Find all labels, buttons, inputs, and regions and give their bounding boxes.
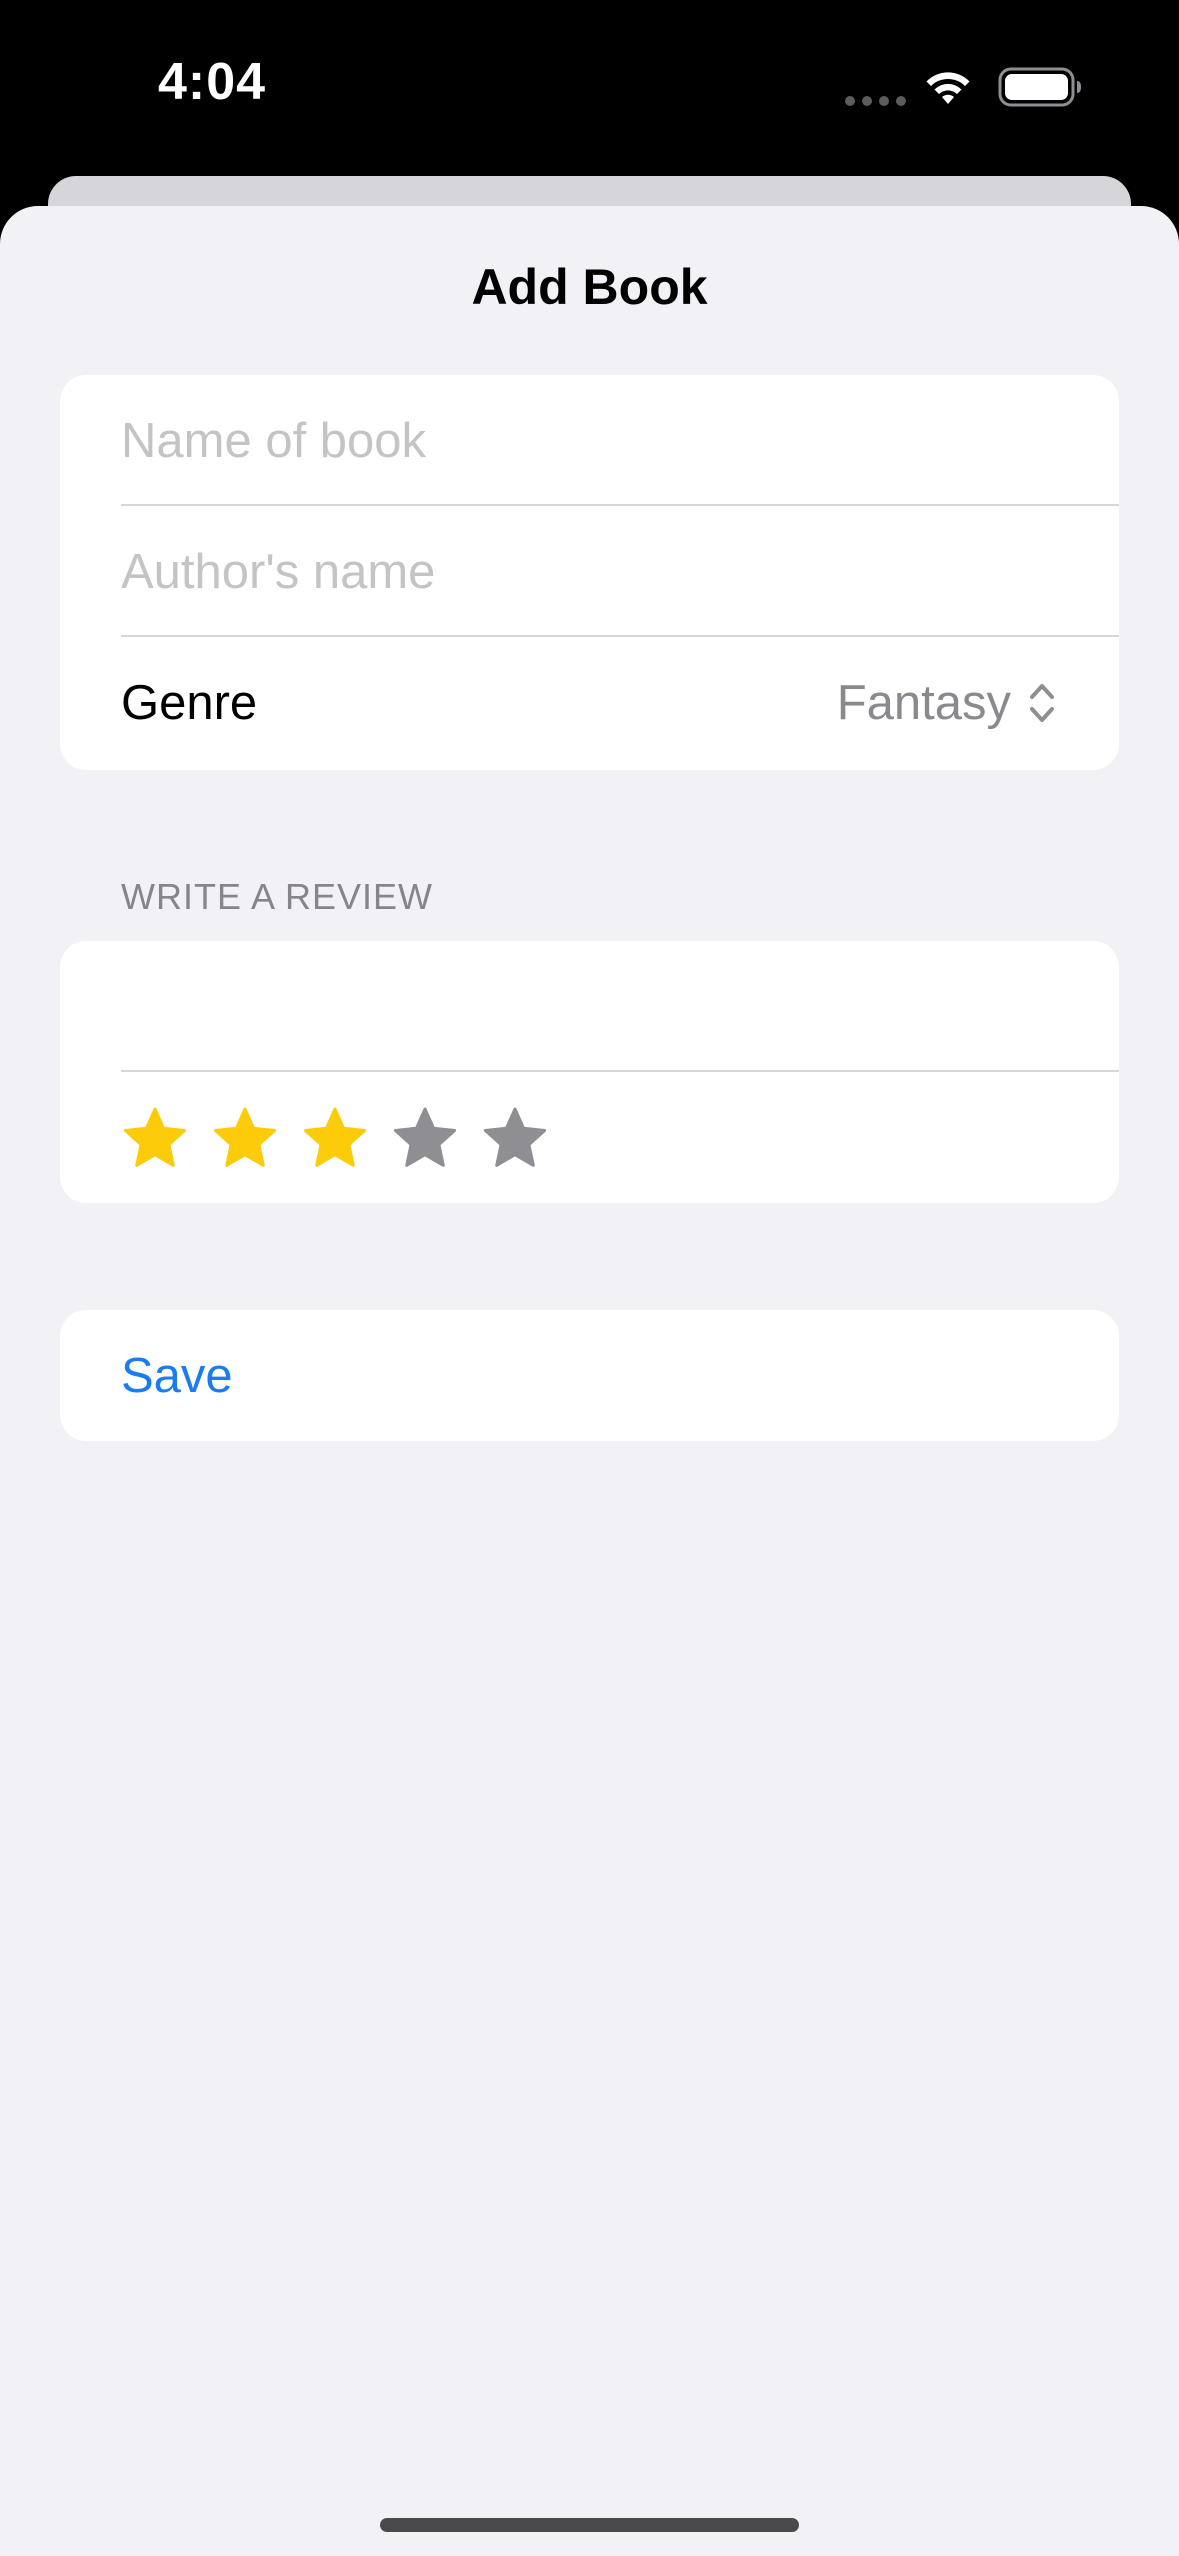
genre-label: Genre xyxy=(121,675,258,730)
save-row: Save xyxy=(60,1310,1119,1441)
rating-row xyxy=(60,1072,1119,1203)
book-name-field[interactable] xyxy=(121,412,1057,469)
review-section-header: WRITE A REVIEW xyxy=(121,876,434,917)
review-text-row xyxy=(60,941,1119,1072)
book-details-group: Genre Fantasy xyxy=(60,375,1119,770)
status-bar: 4:04 xyxy=(0,0,1179,176)
save-button[interactable]: Save xyxy=(121,1348,233,1404)
genre-picker[interactable]: Fantasy xyxy=(837,675,1057,731)
battery-icon xyxy=(998,67,1081,107)
save-group: Save xyxy=(60,1310,1119,1441)
star-icon[interactable] xyxy=(481,1106,549,1170)
genre-picker-value: Fantasy xyxy=(836,675,1011,730)
star-icon[interactable] xyxy=(121,1106,189,1170)
star-icon[interactable] xyxy=(391,1106,459,1170)
home-indicator xyxy=(380,2518,799,2532)
review-text-field[interactable] xyxy=(121,978,1057,1035)
book-name-row xyxy=(60,375,1119,506)
author-name-field[interactable] xyxy=(121,543,1057,600)
page-title: Add Book xyxy=(471,259,708,315)
chevron-up-down-icon xyxy=(1030,683,1054,722)
star-icon[interactable] xyxy=(211,1106,279,1170)
signal-dots-icon xyxy=(845,96,906,106)
genre-row: Genre Fantasy xyxy=(60,637,1119,768)
star-icon[interactable] xyxy=(301,1106,369,1170)
review-group xyxy=(60,941,1119,1203)
star-rating xyxy=(121,1106,549,1170)
author-name-row xyxy=(60,506,1119,637)
status-time: 4:04 xyxy=(158,53,267,111)
wifi-icon xyxy=(926,72,970,104)
